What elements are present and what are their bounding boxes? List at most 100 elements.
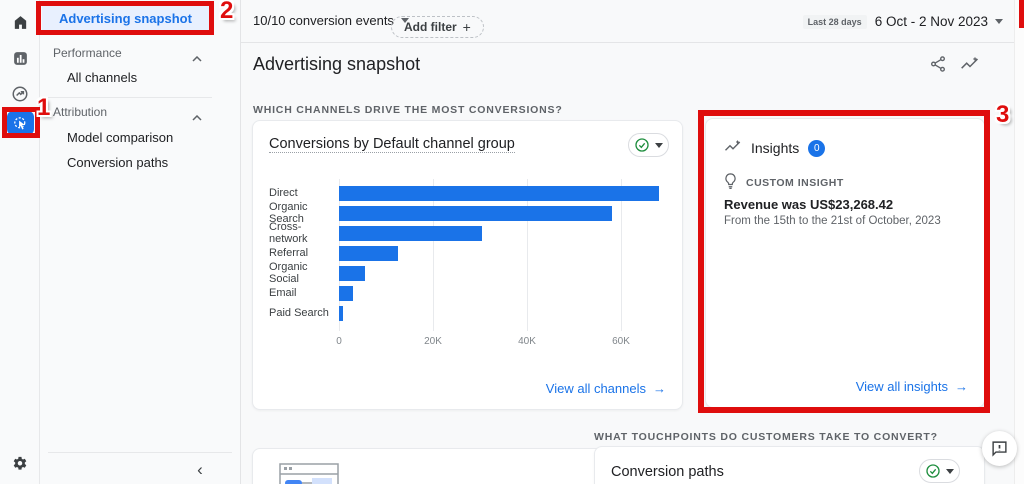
date-range-label: 6 Oct - 2 Nov 2023 — [874, 14, 988, 29]
plus-icon: + — [462, 19, 471, 35]
feedback-bubble-icon — [992, 441, 1007, 457]
lightbulb-icon — [724, 173, 737, 192]
conversion-events-label: 10/10 conversion events — [253, 13, 394, 28]
chart-bar-track — [339, 185, 669, 201]
section-header-label: Performance — [53, 46, 122, 60]
share-icon[interactable] — [929, 55, 947, 73]
chart-row: Organic Social — [269, 261, 669, 285]
chart-row: Direct — [269, 183, 669, 203]
chart-bar[interactable] — [339, 265, 365, 281]
settings-icon[interactable] — [0, 448, 40, 480]
chart-category-label: Organic Social — [269, 261, 308, 285]
green-check-icon — [926, 464, 940, 478]
insight-headline[interactable]: Revenue was US$23,268.42 — [724, 197, 893, 212]
chart-bar[interactable] — [339, 225, 483, 241]
advertising-sidebar: Advertising snapshot Performance All cha… — [40, 0, 241, 484]
chart-row: Cross-network — [269, 221, 669, 245]
x-axis-tick-label: 0 — [336, 336, 342, 347]
feedback-button[interactable] — [982, 431, 1017, 466]
sidebar-section-performance[interactable]: Performance — [53, 46, 212, 60]
date-preset-badge: Last 28 days — [802, 14, 867, 29]
caret-down-icon — [655, 142, 663, 148]
main-content: 10/10 conversion events Add filter + Las… — [241, 0, 1014, 484]
ga4-advertising-snapshot-page: Advertising snapshot Performance All cha… — [0, 0, 1024, 484]
browser-illustration — [279, 463, 341, 484]
data-quality-pill[interactable] — [628, 133, 669, 157]
chart-card-title: Conversions by Default channel group — [269, 136, 515, 153]
insights-sparkline-icon[interactable] — [960, 55, 980, 73]
chart-row: Organic Search — [269, 201, 669, 225]
home-icon[interactable] — [0, 6, 40, 38]
chevron-up-icon[interactable] — [192, 108, 202, 126]
chart-bar-track — [339, 285, 669, 301]
chart-bar-track — [339, 305, 669, 321]
chart-row: Referral — [269, 243, 669, 263]
sidebar-item-conversion-paths[interactable]: Conversion paths — [67, 155, 168, 170]
x-axis-tick-label: 40K — [518, 336, 536, 347]
arrow-right-icon: → — [955, 379, 968, 394]
touchpoints-section-question: WHAT TOUCHPOINTS DO CUSTOMERS TAKE TO CO… — [594, 431, 938, 443]
chart-category-label: Cross-network — [269, 221, 308, 245]
chart-bar-track — [339, 265, 669, 281]
add-filter-button[interactable]: Add filter + — [391, 16, 484, 38]
explore-icon[interactable] — [0, 78, 40, 110]
channels-section-question: WHICH CHANNELS DRIVE THE MOST CONVERSION… — [253, 104, 563, 116]
link-label: View all insights — [855, 379, 948, 394]
annotation-edge-mark — [1019, 0, 1024, 28]
chart-bar[interactable] — [339, 245, 398, 261]
chart-row: Email — [269, 283, 669, 303]
sidebar-item-advertising-snapshot[interactable]: Advertising snapshot — [42, 4, 214, 32]
arrow-right-icon: → — [653, 381, 666, 396]
chart-bar-track — [339, 225, 669, 241]
chart-bar[interactable] — [339, 285, 354, 301]
section-header-label: Attribution — [53, 105, 108, 119]
chart-bar[interactable] — [339, 305, 343, 321]
x-axis-tick-label: 20K — [424, 336, 442, 347]
chart-category-label: Paid Search — [269, 307, 329, 319]
advertising-icon[interactable] — [7, 111, 34, 135]
chart-bar[interactable] — [339, 185, 659, 201]
chart-category-label: Direct — [269, 187, 298, 199]
reports-icon[interactable] — [0, 42, 40, 74]
chevron-up-icon[interactable] — [192, 49, 202, 67]
sidebar-divider — [48, 97, 212, 98]
sidebar-selected-label: Advertising snapshot — [59, 10, 192, 26]
conversions-by-channel-card: Conversions by Default channel group Dir… — [252, 120, 683, 410]
sidebar-section-attribution[interactable]: Attribution — [53, 105, 212, 119]
add-filter-label: Add filter — [404, 20, 457, 34]
insights-title: Insights — [751, 140, 800, 156]
chart-row: Paid Search — [269, 303, 669, 323]
view-all-insights-link[interactable]: View all insights → — [856, 379, 968, 394]
chart-bar[interactable] — [339, 205, 612, 221]
filter-topbar: 10/10 conversion events Add filter + Las… — [241, 0, 1014, 43]
sidebar-divider — [48, 452, 232, 453]
conversion-paths-card-title: Conversion paths — [611, 464, 724, 480]
chart-category-label: Email — [269, 287, 297, 299]
insights-sparkline-icon — [724, 139, 742, 157]
link-label: View all channels — [545, 381, 646, 396]
chart-category-label: Referral — [269, 247, 309, 259]
chart-bar-track — [339, 205, 669, 221]
green-check-icon — [635, 138, 649, 152]
conversion-events-dropdown[interactable]: 10/10 conversion events — [253, 13, 409, 28]
sidebar-item-model-comparison[interactable]: Model comparison — [67, 130, 173, 145]
collapse-sidebar-button[interactable]: ‹ — [188, 458, 212, 482]
sidebar-item-all-channels[interactable]: All channels — [67, 70, 137, 85]
data-quality-pill[interactable] — [919, 459, 960, 483]
view-all-channels-link[interactable]: View all channels → — [546, 381, 666, 396]
scrollbar-track[interactable] — [1014, 0, 1024, 484]
date-range-picker[interactable]: Last 28 days 6 Oct - 2 Nov 2023 — [802, 14, 1003, 29]
caret-down-icon — [946, 468, 954, 474]
chart-bar-track — [339, 245, 669, 261]
bar-chart-plot: Direct Organic Search Cross-network Referra… — [269, 179, 669, 354]
page-title: Advertising snapshot — [253, 54, 421, 74]
insights-card: Insights 0 CUSTOM INSIGHT Revenue was US… — [705, 118, 985, 408]
left-nav-rail — [0, 0, 40, 484]
custom-insight-label: CUSTOM INSIGHT — [746, 176, 844, 189]
insights-count-badge[interactable]: 0 — [808, 139, 826, 157]
chart-rows: Direct Organic Search Cross-network Referra… — [269, 183, 669, 323]
insight-subtext: From the 15th to the 21st of October, 20… — [724, 215, 941, 227]
x-axis-tick-label: 60K — [612, 336, 630, 347]
caret-down-icon — [995, 19, 1003, 24]
conversion-paths-card: Conversion paths — [594, 446, 985, 484]
